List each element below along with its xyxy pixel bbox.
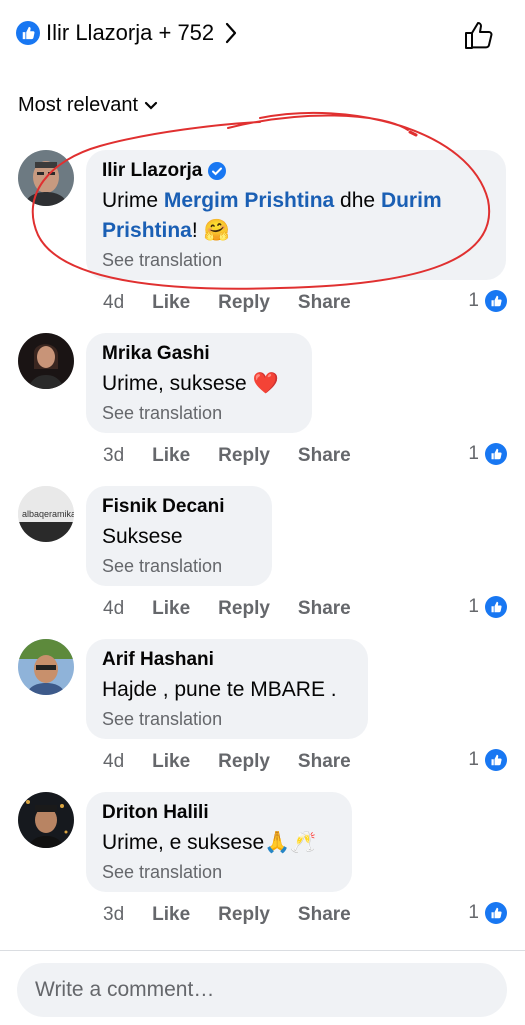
like-reaction-icon: [485, 290, 507, 312]
comment-author[interactable]: Driton Halili: [102, 802, 336, 824]
like-button[interactable]: Like: [152, 904, 190, 926]
reply-button[interactable]: Reply: [218, 445, 270, 467]
comment-input-placeholder: Write a comment…: [35, 978, 215, 1001]
share-button[interactable]: Share: [298, 751, 351, 773]
avatar[interactable]: albaqeramika: [18, 486, 74, 542]
brand-logo-text: albaqeramika: [22, 509, 74, 519]
avatar[interactable]: [18, 639, 74, 695]
avatar[interactable]: [18, 150, 74, 206]
reaction-count[interactable]: 1: [468, 290, 507, 312]
comment-bubble: Mrika Gashi Urime, suksese ❤️ See transl…: [86, 333, 312, 433]
reply-button[interactable]: Reply: [218, 904, 270, 926]
avatar[interactable]: [18, 792, 74, 848]
verified-badge-icon: [208, 162, 227, 180]
comment-time: 3d: [103, 445, 125, 466]
reaction-count[interactable]: 1: [468, 596, 507, 618]
comment-composer: Write a comment…: [0, 950, 525, 1025]
comment-actions: 3d Like Reply Share: [103, 904, 379, 926]
comment-text: Urime Mergim Prishtina dhe Durim Prishti…: [102, 189, 442, 242]
see-translation-link[interactable]: See translation: [102, 709, 352, 730]
comment-text: Urime, suksese ❤️: [102, 372, 279, 395]
sort-label: Most relevant: [18, 94, 139, 116]
see-translation-link[interactable]: See translation: [102, 250, 490, 271]
comment-time: 4d: [103, 598, 125, 619]
comment-text: Hajde , pune te MBARE .: [102, 678, 337, 701]
see-translation-link[interactable]: See translation: [102, 862, 336, 883]
reaction-count[interactable]: 1: [468, 902, 507, 924]
reactors-label: Ilir Llazorja + 752: [46, 20, 215, 45]
comment-bubble: Fisnik Decani Suksese See translation: [86, 486, 272, 586]
like-button[interactable]: Like: [152, 445, 190, 467]
reaction-count[interactable]: 1: [468, 443, 507, 465]
comment-author[interactable]: Ilir Llazorja: [102, 160, 202, 182]
comment-time: 4d: [103, 751, 125, 772]
share-button[interactable]: Share: [298, 292, 351, 314]
like-reaction-icon: [485, 596, 507, 618]
chevron-right-icon: [226, 22, 237, 44]
reply-button[interactable]: Reply: [218, 292, 270, 314]
like-reaction-icon: [485, 749, 507, 771]
mention-link[interactable]: Mergim Prishtina: [164, 189, 334, 212]
like-button[interactable]: Like: [152, 598, 190, 620]
share-button[interactable]: Share: [298, 445, 351, 467]
share-button[interactable]: Share: [298, 904, 351, 926]
comment-author[interactable]: Fisnik Decani: [102, 496, 256, 518]
comment-text: Suksese: [102, 525, 183, 548]
comment-author[interactable]: Arif Hashani: [102, 649, 352, 671]
reactors-summary[interactable]: Ilir Llazorja + 752: [16, 20, 238, 46]
like-reaction-icon: [485, 443, 507, 465]
comment-actions: 4d Like Reply Share: [103, 292, 379, 314]
like-post-icon[interactable]: [463, 20, 495, 55]
sort-dropdown[interactable]: Most relevant: [18, 94, 158, 117]
see-translation-link[interactable]: See translation: [102, 556, 256, 577]
avatar[interactable]: [18, 333, 74, 389]
reactions-header: Ilir Llazorja + 752: [0, 0, 525, 70]
reply-button[interactable]: Reply: [218, 598, 270, 620]
reply-button[interactable]: Reply: [218, 751, 270, 773]
comment-actions: 3d Like Reply Share: [103, 445, 379, 467]
comment-text: Urime, e suksese🙏🥂: [102, 831, 317, 854]
like-button[interactable]: Like: [152, 292, 190, 314]
comment-input[interactable]: Write a comment…: [17, 963, 507, 1017]
comment-bubble: Arif Hashani Hajde , pune te MBARE . See…: [86, 639, 368, 739]
comment-bubble: Driton Halili Urime, e suksese🙏🥂 See tra…: [86, 792, 352, 892]
chevron-down-icon: [144, 101, 158, 110]
comment-author[interactable]: Mrika Gashi: [102, 343, 296, 365]
like-reaction-icon: [485, 902, 507, 924]
comment-actions: 4d Like Reply Share: [103, 598, 379, 620]
like-button[interactable]: Like: [152, 751, 190, 773]
like-reaction-icon: [16, 21, 40, 45]
see-translation-link[interactable]: See translation: [102, 403, 296, 424]
share-button[interactable]: Share: [298, 598, 351, 620]
comment-time: 4d: [103, 292, 125, 313]
reaction-count[interactable]: 1: [468, 749, 507, 771]
comment-actions: 4d Like Reply Share: [103, 751, 379, 773]
comment-bubble: Ilir Llazorja Urime Mergim Prishtina dhe…: [86, 150, 506, 280]
comment-time: 3d: [103, 904, 125, 925]
